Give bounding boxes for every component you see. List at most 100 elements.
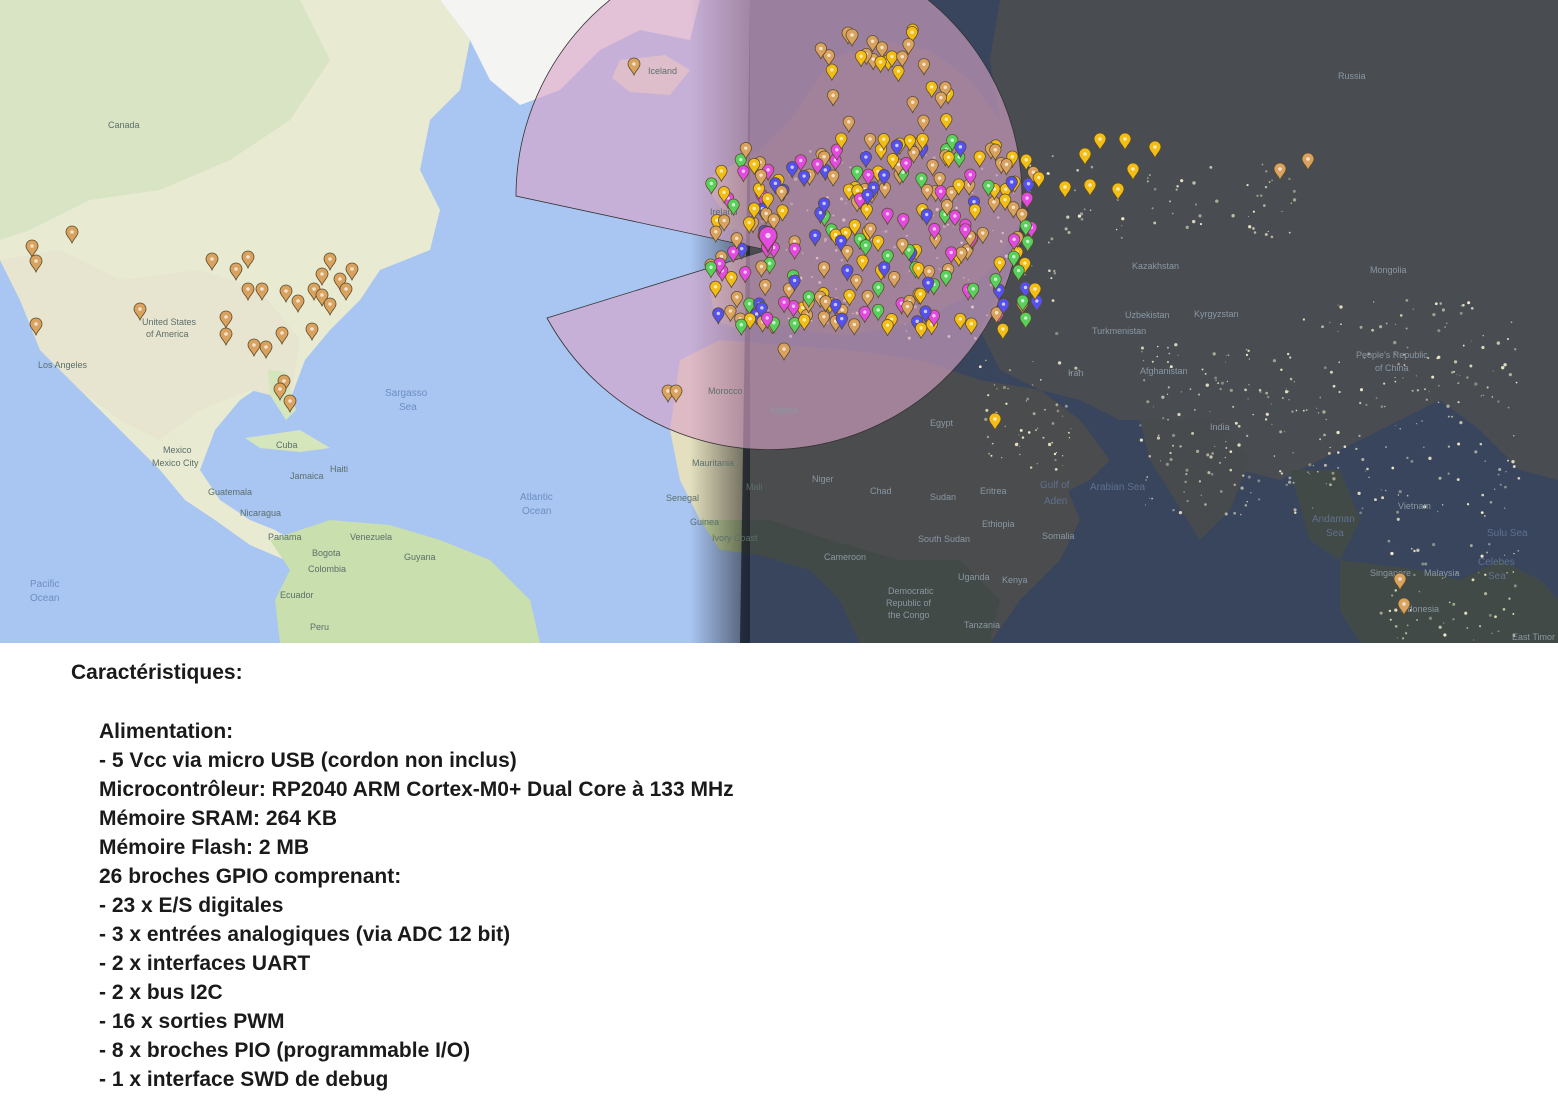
city-light bbox=[1428, 616, 1433, 620]
city-light bbox=[1289, 356, 1292, 359]
map-label-algeria: Algeria bbox=[770, 405, 798, 415]
city-light bbox=[1167, 419, 1169, 421]
city-light bbox=[1434, 302, 1438, 306]
city-light bbox=[1504, 485, 1507, 489]
city-light bbox=[1374, 498, 1377, 502]
city-light bbox=[1067, 231, 1071, 235]
city-light bbox=[1396, 510, 1400, 514]
city-light bbox=[1474, 450, 1478, 454]
city-light bbox=[1195, 449, 1200, 453]
city-light bbox=[1171, 212, 1174, 215]
city-light bbox=[1157, 345, 1159, 348]
city-light bbox=[1441, 308, 1445, 312]
city-light bbox=[1484, 460, 1486, 462]
city-light bbox=[1050, 237, 1054, 241]
city-light bbox=[1227, 354, 1230, 357]
map-canvas[interactable]: Canada United States of America Los Angeles… bbox=[0, 0, 1558, 643]
spec-item: - 5 Vcc via micro USB (cordon non inclus… bbox=[99, 749, 517, 772]
city-light bbox=[1215, 379, 1217, 382]
city-light bbox=[1044, 408, 1046, 411]
map-label-guatemala: Guatemala bbox=[208, 487, 252, 497]
city-light bbox=[1394, 589, 1398, 592]
city-light bbox=[1316, 407, 1318, 409]
city-light bbox=[1484, 515, 1486, 517]
spec-item: Mémoire SRAM: 264 KB bbox=[99, 807, 338, 830]
map-label-kazakhstan: Kazakhstan bbox=[1132, 261, 1179, 271]
city-light bbox=[1264, 185, 1268, 189]
city-light bbox=[1501, 365, 1505, 370]
city-light bbox=[1176, 185, 1179, 188]
city-light bbox=[1312, 464, 1315, 467]
city-light bbox=[1514, 348, 1517, 351]
city-light bbox=[1402, 377, 1404, 379]
city-light bbox=[1502, 608, 1506, 611]
city-light bbox=[1185, 468, 1189, 472]
city-light bbox=[1290, 202, 1293, 204]
city-light bbox=[1146, 476, 1148, 478]
city-light bbox=[1206, 453, 1210, 457]
city-light bbox=[1368, 476, 1370, 478]
city-light bbox=[1225, 441, 1227, 443]
city-light bbox=[1364, 470, 1367, 472]
city-light bbox=[1273, 455, 1276, 457]
city-light bbox=[1481, 345, 1485, 350]
city-light bbox=[1120, 236, 1123, 239]
city-light bbox=[1279, 470, 1282, 473]
city-light bbox=[1512, 465, 1516, 468]
world-map[interactable]: Canada United States of America Los Angeles… bbox=[0, 0, 1558, 643]
city-light bbox=[1252, 227, 1255, 230]
map-label-kyrgyzstan: Kyrgyzstan bbox=[1194, 309, 1239, 319]
city-light bbox=[1174, 343, 1178, 347]
city-light bbox=[1391, 466, 1395, 470]
city-light bbox=[1478, 625, 1482, 628]
city-light bbox=[1253, 231, 1257, 234]
city-light bbox=[1039, 379, 1042, 381]
city-light bbox=[1270, 403, 1272, 405]
city-light bbox=[1480, 394, 1483, 397]
city-light bbox=[1436, 510, 1439, 513]
map-label-prc-2: of China bbox=[1375, 363, 1409, 373]
city-light bbox=[1396, 517, 1400, 521]
city-light bbox=[1061, 415, 1064, 417]
city-light bbox=[1394, 424, 1396, 426]
map-label-sudan: Sudan bbox=[930, 492, 956, 502]
city-light bbox=[1415, 375, 1418, 377]
map-label-niger: Niger bbox=[812, 474, 834, 484]
city-light bbox=[1247, 475, 1251, 479]
city-light bbox=[1292, 198, 1297, 202]
city-light bbox=[1192, 219, 1196, 224]
city-light bbox=[1497, 473, 1500, 476]
city-light bbox=[1183, 491, 1185, 493]
city-light bbox=[1031, 265, 1033, 267]
city-light bbox=[1001, 457, 1003, 459]
city-light bbox=[1438, 625, 1442, 629]
city-light bbox=[1177, 354, 1179, 356]
city-light bbox=[1394, 624, 1398, 628]
city-light bbox=[1265, 170, 1268, 173]
city-light bbox=[1083, 208, 1086, 211]
city-light bbox=[1264, 418, 1268, 421]
city-light bbox=[1281, 397, 1284, 400]
city-light bbox=[1359, 325, 1363, 329]
city-light bbox=[1337, 330, 1339, 333]
city-light bbox=[1497, 400, 1500, 403]
city-light bbox=[1089, 209, 1092, 211]
city-light bbox=[1331, 471, 1335, 475]
city-light bbox=[1488, 613, 1492, 617]
city-light bbox=[1225, 447, 1228, 449]
city-light bbox=[1340, 323, 1342, 326]
city-light bbox=[1250, 492, 1252, 494]
city-light bbox=[1169, 200, 1172, 203]
city-light bbox=[1410, 547, 1413, 550]
city-light bbox=[1210, 472, 1214, 476]
city-light bbox=[1285, 483, 1289, 487]
city-light bbox=[1302, 409, 1305, 412]
city-light bbox=[1248, 384, 1250, 386]
map-label-gulf-aden-1: Gulf of bbox=[1040, 480, 1070, 491]
map-label-haiti: Haiti bbox=[330, 464, 348, 474]
city-light bbox=[1371, 328, 1375, 332]
city-light bbox=[1061, 455, 1064, 457]
city-light bbox=[1090, 165, 1094, 169]
city-light bbox=[1272, 359, 1277, 363]
city-light bbox=[1292, 452, 1294, 454]
